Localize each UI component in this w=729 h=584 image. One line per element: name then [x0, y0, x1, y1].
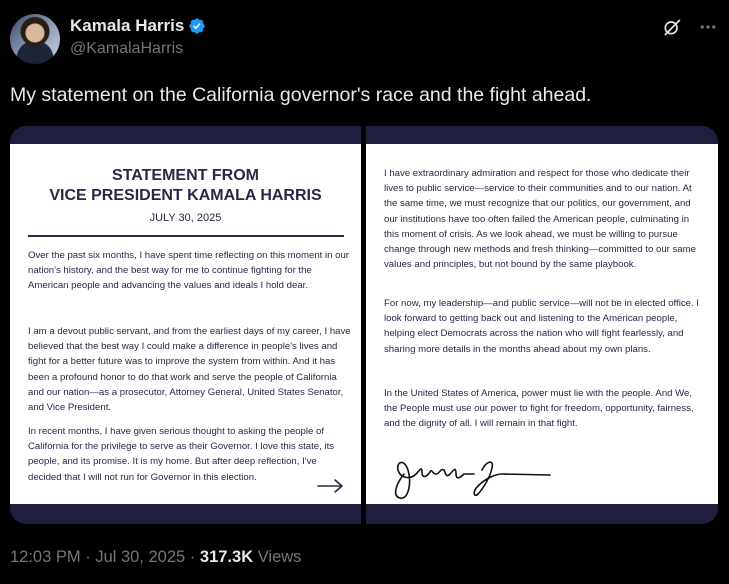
- statement-paragraph: In the United States of America, power m…: [384, 388, 694, 430]
- more-icon[interactable]: [697, 16, 719, 38]
- statement-paragraph: For now, my leadership—and public servic…: [384, 298, 699, 355]
- statement-page-right: I have extraordinary admiration and resp…: [366, 144, 718, 504]
- display-name[interactable]: Kamala Harris: [70, 16, 184, 36]
- statement-paragraph: In recent months, I have given serious t…: [28, 426, 335, 483]
- views-label: Views: [257, 548, 302, 566]
- arrow-right-icon: [317, 479, 343, 493]
- statement-title-line1: STATEMENT FROM: [112, 167, 259, 184]
- views-count: 317.3K: [199, 548, 254, 566]
- statement-date: JULY 30, 2025: [149, 212, 222, 224]
- tweet-meta: 12:03 PM · Jul 30, 2025 · 317.3K Views: [10, 548, 301, 567]
- tweet-date[interactable]: Jul 30, 2025: [95, 548, 185, 566]
- statement-paragraph: Over the past six months, I have spent t…: [28, 250, 350, 292]
- handle[interactable]: @KamalaHarris: [70, 40, 183, 58]
- meta-separator: ·: [189, 548, 196, 566]
- tweet-text: My statement on the California governor'…: [10, 84, 592, 106]
- title-rule: [28, 235, 344, 237]
- avatar[interactable]: [10, 14, 60, 64]
- statement-paragraph: I am a devout public servant, and from t…: [28, 326, 351, 414]
- statement-image[interactable]: STATEMENT FROM VICE PRESIDENT KAMALA HAR…: [10, 126, 718, 524]
- tweet-time[interactable]: 12:03 PM: [10, 548, 81, 566]
- verified-badge-icon: [189, 18, 206, 34]
- statement-page-left: STATEMENT FROM VICE PRESIDENT KAMALA HAR…: [10, 144, 361, 504]
- signature: [394, 461, 551, 499]
- meta-separator: ·: [85, 548, 91, 566]
- grok-icon[interactable]: [661, 16, 683, 38]
- statement-title-line2: VICE PRESIDENT KAMALA HARRIS: [49, 187, 322, 204]
- name-row: Kamala Harris: [70, 16, 206, 36]
- top-actions: [661, 16, 719, 38]
- tweet-header: Kamala Harris @KamalaHarris: [10, 12, 719, 64]
- statement-paragraph: I have extraordinary admiration and resp…: [384, 168, 696, 271]
